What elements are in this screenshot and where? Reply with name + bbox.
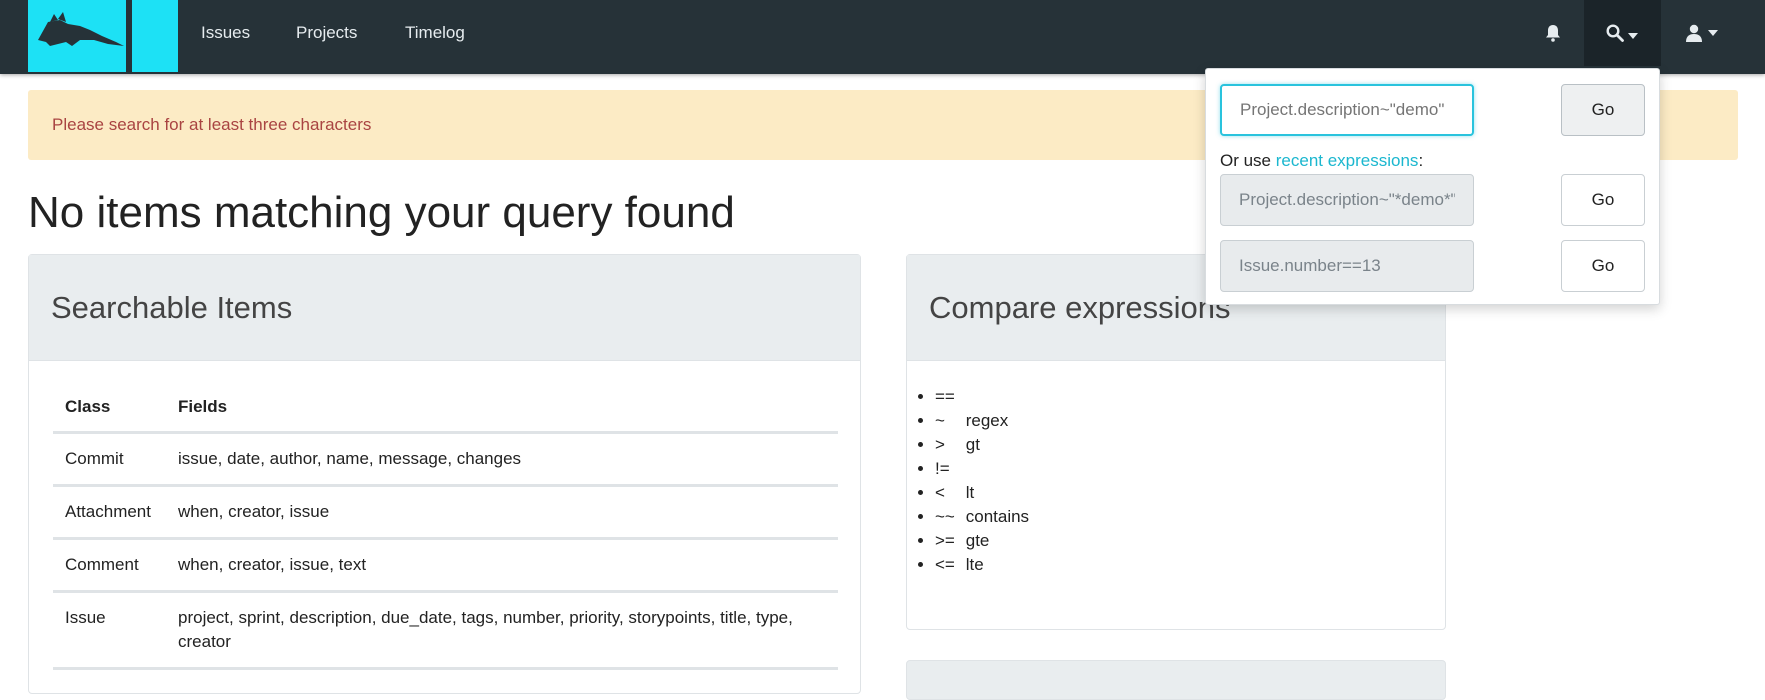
- list-item: <= lte: [935, 553, 1029, 577]
- panel-title: Searchable Items: [29, 255, 860, 361]
- caret-down-icon: [1628, 33, 1638, 39]
- class-cell: Attachment: [53, 485, 166, 540]
- list-item: !=: [935, 457, 1029, 481]
- search-input[interactable]: [1220, 84, 1474, 136]
- table-row: Commit issue, date, author, name, messag…: [53, 432, 838, 487]
- notifications-button[interactable]: [1535, 0, 1571, 66]
- searchable-items-panel: Searchable Items Class Fields Commit iss…: [28, 254, 861, 694]
- searchable-items-table: Class Fields Commit issue, date, author,…: [53, 385, 838, 670]
- operator-name: regex: [965, 411, 1009, 430]
- fields-cell: project, sprint, description, due_date, …: [166, 591, 838, 670]
- logo-block: [28, 0, 126, 72]
- operator-name: contains: [965, 507, 1030, 526]
- list-item: ~~ contains: [935, 505, 1029, 529]
- next-panel-header: [906, 660, 1446, 700]
- operator-symbol: <: [935, 483, 945, 502]
- nav-timelog[interactable]: Timelog: [405, 0, 465, 66]
- search-icon: [1606, 24, 1624, 42]
- hint-prefix: Or use: [1220, 151, 1276, 170]
- nav-projects[interactable]: Projects: [296, 0, 357, 66]
- compare-expressions-panel: Compare expressions == ~ regex > gt != <…: [906, 254, 1446, 630]
- operator-name: gte: [965, 531, 990, 550]
- caret-down-icon: [1708, 30, 1718, 36]
- operator-symbol: >=: [935, 531, 955, 550]
- list-item: > gt: [935, 433, 1029, 457]
- recent-expression-field[interactable]: [1220, 240, 1474, 292]
- operator-symbol: ~~: [935, 507, 955, 526]
- hint-suffix: :: [1418, 151, 1424, 170]
- recent-expression-field[interactable]: [1220, 174, 1474, 226]
- table-row: Attachment when, creator, issue: [53, 485, 838, 540]
- search-go-button[interactable]: Go: [1561, 84, 1645, 136]
- search-menu-toggle[interactable]: [1584, 0, 1661, 66]
- fields-cell: when, creator, issue: [166, 485, 838, 540]
- operator-symbol: >: [935, 435, 945, 454]
- list-item: >= gte: [935, 529, 1029, 553]
- operator-name: lte: [965, 555, 984, 574]
- recent-go-button[interactable]: Go: [1561, 174, 1645, 226]
- column-header-class: Class: [53, 385, 166, 434]
- fields-cell: issue, date, author, name, message, chan…: [166, 432, 838, 487]
- table-row: Comment when, creator, issue, text: [53, 538, 838, 593]
- iguana-logo-icon: [38, 12, 124, 46]
- user-icon: [1686, 24, 1702, 42]
- class-cell: Comment: [53, 538, 166, 593]
- operator-name: gt: [965, 435, 980, 454]
- class-cell: Issue: [53, 591, 166, 670]
- recent-expressions-link[interactable]: recent expressions: [1276, 151, 1419, 170]
- operator-list: == ~ regex > gt != < lt ~~ contains >= g…: [913, 385, 1029, 577]
- brand-logo[interactable]: [28, 0, 178, 74]
- nav-issues[interactable]: Issues: [201, 0, 250, 66]
- table-row: Issue project, sprint, description, due_…: [53, 591, 838, 670]
- search-dropdown: Go Or use recent expressions: Go Go: [1205, 68, 1660, 305]
- bell-icon: [1546, 25, 1560, 42]
- recent-hint: Or use recent expressions:: [1220, 151, 1423, 171]
- fields-cell: when, creator, issue, text: [166, 538, 838, 593]
- operator-symbol: ==: [935, 387, 955, 406]
- list-item: < lt: [935, 481, 1029, 505]
- column-header-fields: Fields: [166, 385, 838, 434]
- operator-symbol: ~: [935, 411, 945, 430]
- user-menu-toggle[interactable]: [1672, 0, 1732, 66]
- logo-block: [132, 0, 178, 72]
- alert-message: Please search for at least three charact…: [52, 115, 372, 134]
- recent-go-button[interactable]: Go: [1561, 240, 1645, 292]
- operator-symbol: !=: [935, 459, 950, 478]
- list-item: ==: [935, 385, 1029, 409]
- page-title: No items matching your query found: [28, 188, 735, 237]
- list-item: ~ regex: [935, 409, 1029, 433]
- class-cell: Commit: [53, 432, 166, 487]
- table-header-row: Class Fields: [53, 385, 838, 434]
- operator-symbol: <=: [935, 555, 955, 574]
- operator-name: lt: [965, 483, 975, 502]
- top-navbar: Issues Projects Timelog: [0, 0, 1765, 74]
